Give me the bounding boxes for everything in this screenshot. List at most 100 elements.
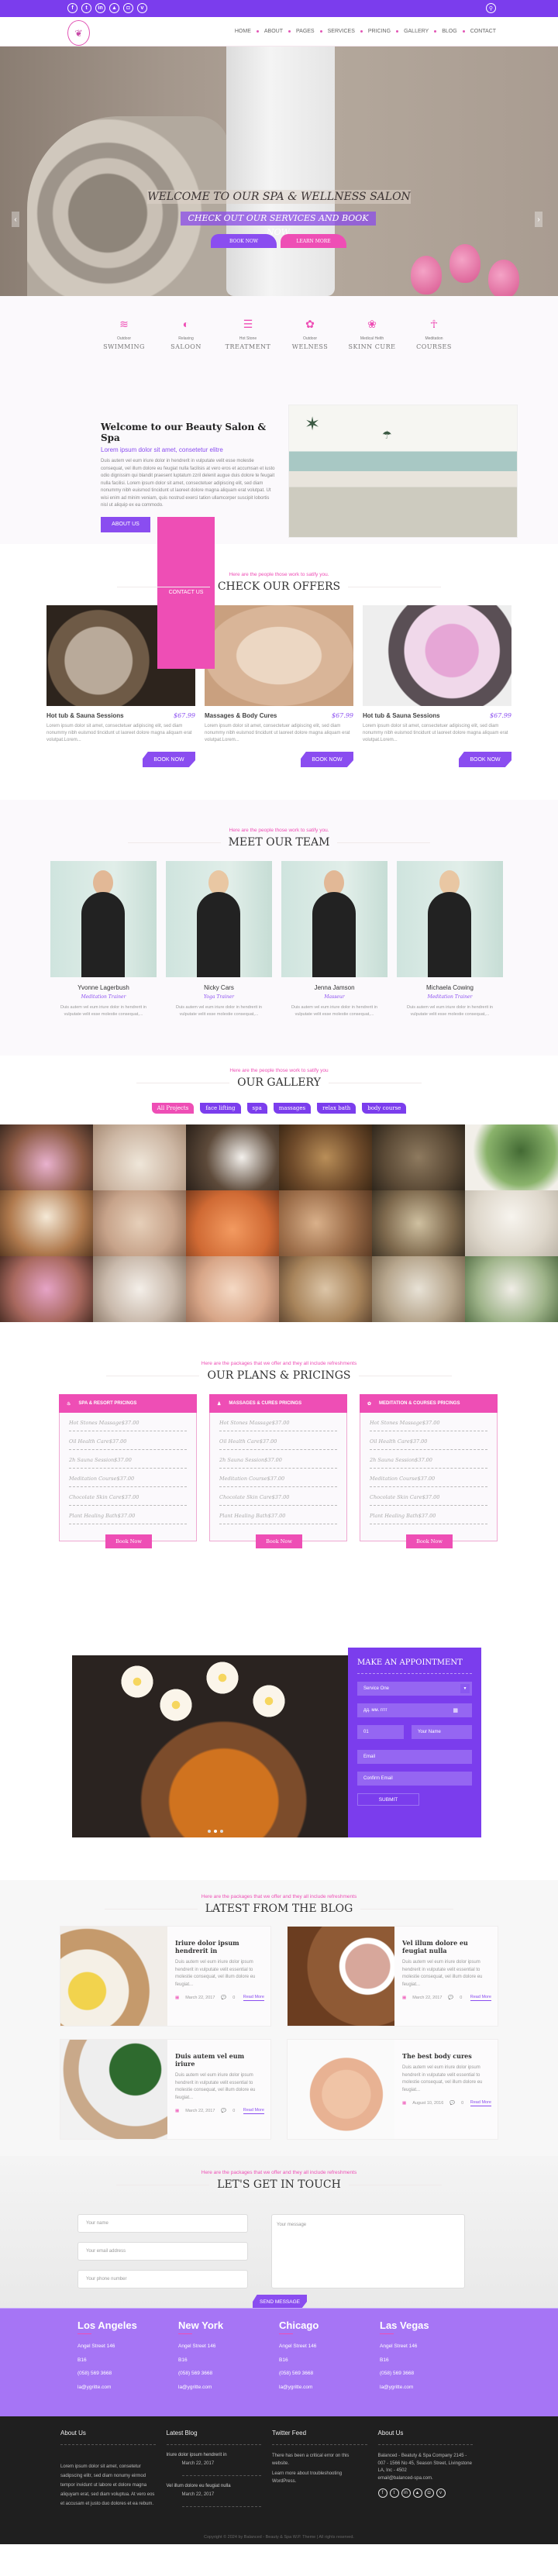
service-item[interactable]: ≋ Outdoor SWIMMING [93,318,155,350]
facebook-icon[interactable]: f [67,3,78,13]
gallery-image[interactable] [93,1256,186,1322]
filter-massages[interactable]: massages [273,1103,312,1114]
twitter-icon[interactable]: t [81,3,91,13]
slider-next-arrow[interactable]: › [535,212,542,227]
blog-post-title[interactable]: Duis autem vel eum iriure [175,2052,264,2068]
gallery-image[interactable] [186,1124,279,1190]
read-more-link[interactable]: Read More [470,1995,491,2001]
pricing-book-button[interactable]: Book Now [105,1534,152,1548]
location-email[interactable]: la@ygritte.com [279,2381,380,2395]
gallery-image[interactable] [0,1256,93,1322]
filter-face-lifting[interactable]: face lifting [200,1103,241,1114]
read-more-link[interactable]: Read More [243,1995,264,2001]
footer-blog-link[interactable]: Iriure dolor ipsum hendrerit in [167,2453,262,2457]
meditation-flower-icon: ✿ [367,1401,372,1407]
slider-dot[interactable] [208,1830,211,1833]
blog-post-image[interactable] [288,1927,394,2026]
gallery-image[interactable] [0,1190,93,1256]
contact-name-input[interactable]: Your name [78,2214,248,2233]
confirm-email-input[interactable]: Confirm Email [357,1772,472,1786]
submit-button[interactable]: SUBMIT [357,1793,419,1806]
vimeo-icon[interactable]: v [137,3,147,13]
gallery-image[interactable] [372,1256,465,1322]
company-email-link[interactable]: email@balanced-spa.com. [378,2475,474,2483]
service-item[interactable]: ☥ Meditation COURSES [403,318,465,350]
blog-post-image[interactable] [60,1927,167,2026]
filter-all-projects[interactable]: All Projects [151,1103,195,1114]
slider-dot[interactable] [214,1830,217,1833]
nav-pricing[interactable]: PRICING [368,29,391,34]
contact-phone-input[interactable]: Your phone number [78,2270,248,2288]
gallery-image[interactable] [93,1124,186,1190]
location-email[interactable]: la@ygritte.com [78,2381,178,2395]
email-input[interactable]: Email [357,1750,472,1764]
gallery-image[interactable] [186,1190,279,1256]
instagram-icon[interactable]: ◘ [424,2488,434,2498]
blog-post-title[interactable]: The best body cures [402,2052,491,2060]
blog-post-image[interactable] [288,2040,394,2139]
blog-post-title[interactable]: Vel illum dolore eu feugiat nulla [402,1939,491,1954]
nav-contact[interactable]: CONTACT [470,29,496,34]
gallery-image[interactable] [186,1256,279,1322]
gallery-image[interactable] [0,1124,93,1190]
offer-book-button[interactable]: BOOK NOW [143,752,195,767]
troubleshooting-link[interactable]: Learn more about troubleshooting WordPre… [272,2471,367,2485]
contact-email-input[interactable]: Your email address [78,2242,248,2261]
linkedin-icon[interactable]: in [95,3,105,13]
gallery-image[interactable] [372,1190,465,1256]
offer-book-button[interactable]: BOOK NOW [301,752,353,767]
blog-post-image[interactable] [60,2040,167,2139]
vimeo-icon[interactable]: v [436,2488,446,2498]
twitter-icon[interactable]: t [389,2488,399,2498]
youtube-icon[interactable]: ▲ [109,3,119,13]
hero-learn-more-button[interactable]: LEARN MORE [281,234,346,248]
logo[interactable]: ❦ [67,20,90,46]
pricing-book-button[interactable]: Book Now [406,1534,453,1548]
gallery-image[interactable] [279,1190,372,1256]
location-email[interactable]: la@ygritte.com [380,2381,480,2395]
gallery-image[interactable] [465,1124,558,1190]
youtube-icon[interactable]: ▲ [412,2488,422,2498]
date-input[interactable]: дд. мм. гггг ▦ [357,1703,472,1717]
name-input[interactable]: Your Name [412,1725,472,1739]
search-icon[interactable]: ⚲ [486,3,496,13]
send-message-button[interactable]: SEND MESSAGE [253,2295,307,2309]
facebook-icon[interactable]: f [377,2488,388,2498]
nav-gallery[interactable]: GALLERY [404,29,429,34]
time-select[interactable]: 01 [357,1725,404,1739]
filter-relax-bath[interactable]: relax bath [317,1103,356,1114]
about-us-button[interactable]: ABOUT US [101,516,150,532]
gallery-image[interactable] [465,1256,558,1322]
gallery-image[interactable] [279,1256,372,1322]
service-item[interactable]: ◐ Relaxing SALOON [155,318,217,350]
hero-book-button[interactable]: BOOK NOW [211,234,277,248]
slider-dot[interactable] [220,1830,223,1833]
read-more-link[interactable]: Read More [243,2108,264,2114]
offer-book-button[interactable]: BOOK NOW [459,752,512,767]
footer-blog-link[interactable]: Vel illum dolore eu feugiat nulla [167,2484,262,2488]
gallery-image[interactable] [465,1190,558,1256]
instagram-icon[interactable]: ◘ [123,3,133,13]
slider-prev-arrow[interactable]: ‹ [12,212,19,227]
service-select[interactable]: Service One ▼ [357,1682,472,1696]
linkedin-icon[interactable]: in [401,2488,411,2498]
gallery-image[interactable] [372,1124,465,1190]
location-email[interactable]: la@ygritte.com [178,2381,279,2395]
nav-pages[interactable]: PAGES [296,29,315,34]
service-item[interactable]: ❀ Medical Helth SKINN CURE [341,318,403,350]
nav-blog[interactable]: BLOG [442,29,456,34]
read-more-link[interactable]: Read More [470,2100,491,2106]
nav-services[interactable]: SERVICES [328,29,355,34]
contact-message-textarea[interactable]: Your message [271,2214,465,2288]
blog-post-title[interactable]: Iriure dolor ipsum hendrerit in [175,1939,264,1954]
filter-spa[interactable]: spa [246,1103,267,1114]
nav-about[interactable]: ABOUT [264,29,283,34]
nav-home[interactable]: HOME [235,29,251,34]
gallery-image[interactable] [93,1190,186,1256]
service-item[interactable]: ☰ Hot Stone TREATMENT [217,318,279,350]
service-item[interactable]: ✿ Outdoor WELNESS [279,318,341,350]
gallery-image[interactable] [279,1124,372,1190]
filter-body-course[interactable]: body course [362,1103,407,1114]
pricing-book-button[interactable]: Book Now [256,1534,302,1548]
contact-us-button[interactable]: CONTACT US [157,516,215,669]
